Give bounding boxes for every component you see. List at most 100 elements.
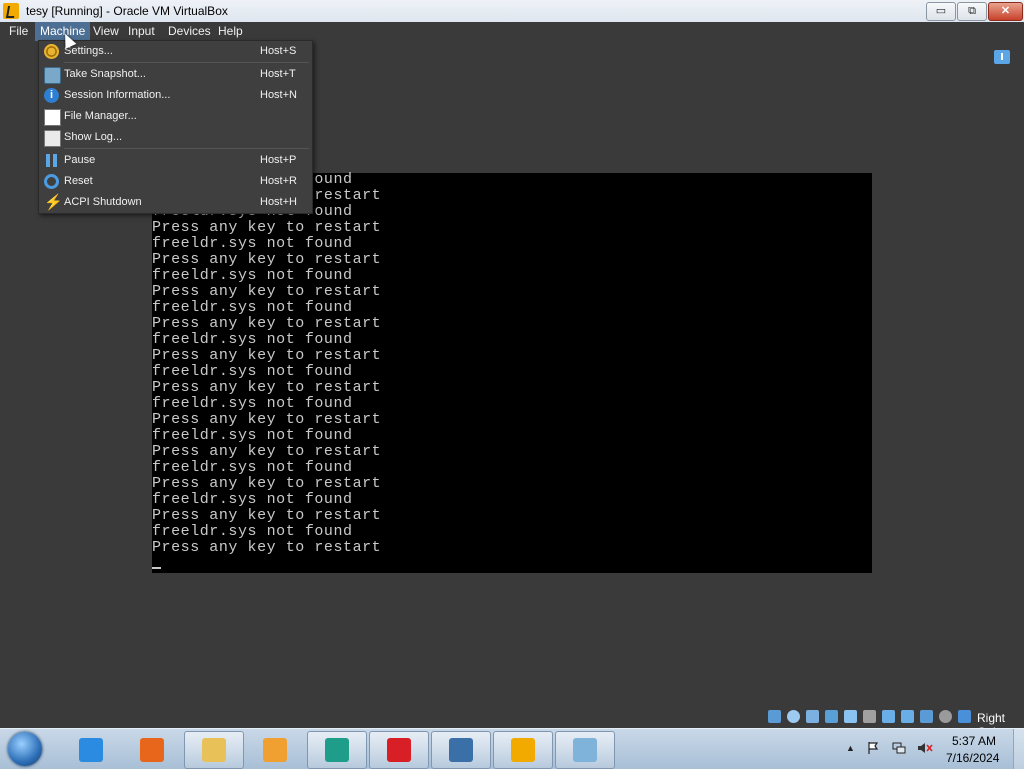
menu-item-show-log[interactable]: Show Log... [39, 127, 312, 148]
menu-item-acpi-shutdown[interactable]: ⚡ ACPI Shutdown Host+H [39, 192, 312, 213]
text-cursor [152, 567, 161, 569]
display-icon[interactable] [882, 710, 895, 723]
menu-view[interactable]: View [88, 22, 124, 41]
menu-item-session-information[interactable]: i Session Information... Host+N [39, 85, 312, 106]
window-title: tesy [Running] - Oracle VM VirtualBox [26, 4, 228, 18]
menu-item-settings[interactable]: Settings... Host+S [39, 41, 312, 62]
notepad-icon [573, 738, 597, 762]
console-line: freeldr.sys not found [152, 459, 353, 476]
virtualbox-manager-icon [449, 738, 473, 762]
taskbar-app-media-player[interactable] [245, 731, 305, 769]
host-key-icon[interactable] [958, 710, 971, 723]
menu-item-file-manager[interactable]: File Manager... [39, 106, 312, 127]
menu-item-shortcut: Host+H [260, 196, 297, 208]
console-line: Press any key to restart [152, 347, 382, 364]
action-center-flag-icon[interactable] [866, 741, 880, 755]
menu-separator [64, 148, 309, 149]
console-line: Press any key to restart [152, 475, 382, 492]
console-line: freeldr.sys not found [152, 523, 353, 540]
menu-item-take-snapshot[interactable]: Take Snapshot... Host+T [39, 64, 312, 85]
menu-item-pause[interactable]: Pause Host+P [39, 150, 312, 171]
file-manager-icon [44, 109, 61, 126]
browser-icon [325, 738, 349, 762]
menu-item-label: Take Snapshot... [64, 68, 146, 80]
show-hidden-icons-chevron-icon[interactable]: ▲ [846, 743, 855, 753]
volume-muted-icon[interactable] [917, 741, 933, 755]
info-icon: i [44, 88, 59, 103]
cpu-icon[interactable] [920, 710, 933, 723]
virtualbox-logo-icon [3, 3, 19, 19]
windows-explorer-icon [202, 738, 226, 762]
console-line: Press any key to restart [152, 507, 382, 524]
notification-icon[interactable] [994, 50, 1010, 64]
vm-status-bar: Right Ctrl [766, 708, 1024, 739]
pause-icon [44, 153, 59, 168]
console-line: freeldr.sys not found [152, 395, 353, 412]
optical-drive-icon[interactable] [787, 710, 800, 723]
console-line: freeldr.sys not found [152, 235, 353, 252]
menu-devices[interactable]: Devices [163, 22, 216, 41]
menu-item-label: ACPI Shutdown [64, 196, 142, 208]
network-icon[interactable] [825, 710, 838, 723]
console-line: freeldr.sys not found [152, 491, 353, 508]
title-bar: tesy [Running] - Oracle VM VirtualBox ▭ … [0, 0, 1024, 23]
avira-icon [387, 738, 411, 762]
menu-item-label: Reset [64, 175, 93, 187]
taskbar-app-avira[interactable] [369, 731, 429, 769]
menu-separator [64, 62, 309, 63]
taskbar-app-virtualbox-vm[interactable] [493, 731, 553, 769]
minimize-button[interactable]: ▭ [926, 2, 956, 21]
clock-time[interactable]: 5:37 AM [952, 734, 996, 748]
menu-item-shortcut: Host+T [260, 68, 296, 80]
taskbar-app-browser[interactable] [307, 731, 367, 769]
menu-file[interactable]: File [4, 22, 33, 41]
recording-icon[interactable] [901, 710, 914, 723]
taskbar-app-notepad[interactable] [555, 731, 615, 769]
console-line: Press any key to restart [152, 443, 382, 460]
console-line: Press any key to restart [152, 539, 382, 556]
taskbar-app-firefox[interactable] [122, 731, 182, 769]
console-line: Press any key to restart [152, 219, 382, 236]
taskbar-app-virtualbox-manager[interactable] [431, 731, 491, 769]
hard-disk-icon[interactable] [768, 710, 781, 723]
console-line: Press any key to restart [152, 411, 382, 428]
console-line: freeldr.sys not found [152, 299, 353, 316]
menu-item-shortcut: Host+N [260, 89, 297, 101]
restore-button[interactable]: ⧉ [957, 2, 987, 21]
taskbar-app-internet-explorer[interactable] [61, 731, 121, 769]
media-player-icon [263, 738, 287, 762]
close-button[interactable]: ✕ [988, 2, 1023, 21]
console-line: Press any key to restart [152, 283, 382, 300]
menu-item-label: Settings... [64, 45, 113, 57]
menu-input[interactable]: Input [123, 22, 160, 41]
console-line: Press any key to restart [152, 251, 382, 268]
menu-item-label: Show Log... [64, 131, 123, 143]
log-icon [44, 130, 61, 147]
mouse-integration-icon[interactable] [939, 710, 952, 723]
usb-icon[interactable] [844, 710, 857, 723]
vm-console-screen[interactable]: freeldr.sys not foundPress any key to re… [152, 172, 872, 573]
taskbar-app-windows-explorer[interactable] [184, 731, 244, 769]
menu-help[interactable]: Help [213, 22, 248, 41]
taskbar: ▲ 5:37 AM 7/16/2024 [0, 728, 1024, 769]
network-tray-icon[interactable] [892, 741, 906, 755]
menu-item-label: Session Information... [64, 89, 171, 101]
gear-icon [44, 44, 59, 59]
show-desktop-button[interactable] [1013, 729, 1024, 769]
console-line: freeldr.sys not found [152, 331, 353, 348]
console-line: freeldr.sys not found [152, 427, 353, 444]
console-line: Press any key to restart [152, 315, 382, 332]
menu-item-shortcut: Host+P [260, 154, 297, 166]
menu-item-reset[interactable]: Reset Host+R [39, 171, 312, 192]
console-line: Press any key to restart [152, 379, 382, 396]
shared-folders-icon[interactable] [863, 710, 876, 723]
menu-item-label: Pause [64, 154, 96, 166]
menu-item-shortcut: Host+R [260, 175, 297, 187]
machine-dropdown-menu: Settings... Host+S Take Snapshot... Host… [38, 40, 313, 214]
start-button[interactable] [8, 732, 42, 766]
clock-date[interactable]: 7/16/2024 [946, 751, 999, 765]
console-line: freeldr.sys not found [152, 267, 353, 284]
audio-icon[interactable] [806, 710, 819, 723]
menu-item-shortcut: Host+S [260, 45, 297, 57]
firefox-icon [140, 738, 164, 762]
